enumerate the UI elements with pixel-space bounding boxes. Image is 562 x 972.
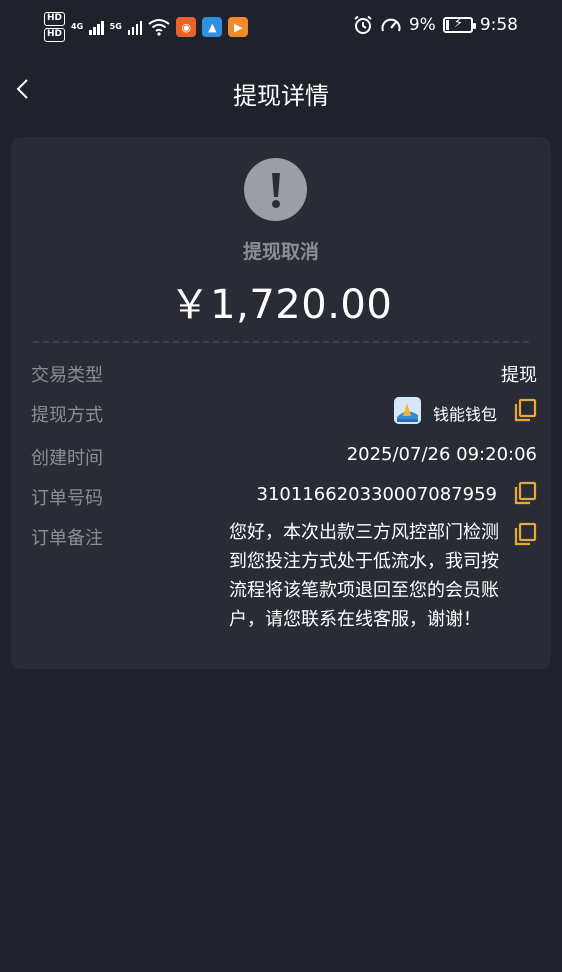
copy-order-button[interactable]	[513, 481, 537, 509]
order-value: 310116620330007087959	[256, 484, 498, 505]
order-label: 订单号码	[31, 488, 103, 509]
wifi-icon	[148, 19, 170, 36]
battery-percent: 9%	[408, 15, 436, 35]
speed-gauge-icon	[381, 18, 401, 32]
alarm-icon	[354, 15, 372, 34]
copy-icon	[514, 398, 537, 422]
hd-badge-2: HD	[44, 28, 66, 42]
created-label: 创建时间	[31, 448, 103, 469]
app-notification-orange-icon: ◉	[176, 17, 197, 37]
copy-method-button[interactable]	[513, 398, 537, 426]
remark-value: 您好，本次出款三方风控部门检测到您投注方式处于低流水，我司按流程将该笔款项退回至…	[229, 522, 499, 630]
status-bar: HD HD 4G 5G ◉ ▲ ▶ 9% ⚡ 9:58	[0, 0, 562, 56]
copy-icon	[514, 522, 537, 546]
battery-icon: ⚡	[442, 16, 476, 33]
wallet-logo-icon	[394, 397, 421, 424]
exclamation-icon	[244, 158, 307, 221]
clock-time: 9:58	[479, 15, 518, 35]
hd-indicators: HD HD	[44, 12, 66, 42]
signal-bars-1-icon	[89, 19, 104, 35]
navigation-bar: 提现详情	[0, 62, 562, 118]
method-value: 钱能钱包	[432, 405, 497, 424]
detail-row-method: 提现方式 钱能钱包	[31, 397, 537, 431]
dashed-divider	[33, 341, 529, 343]
method-label: 提现方式	[31, 405, 103, 426]
status-bar-right: 9% ⚡ 9:58	[353, 15, 518, 35]
type-label: 交易类型	[31, 365, 103, 386]
copy-remark-button[interactable]	[513, 522, 537, 550]
created-value: 2025/07/26 09:20:06	[346, 444, 537, 465]
hd-badge-1: HD	[44, 12, 66, 26]
copy-icon	[514, 481, 537, 505]
type-value: 提现	[501, 365, 537, 386]
withdrawal-status: 提现取消	[242, 241, 319, 263]
network-5g-label: 5G	[109, 22, 122, 31]
status-bar-left: HD HD 4G 5G ◉ ▲ ▶	[44, 12, 249, 42]
withdrawal-amount: ￥1,720.00	[169, 282, 393, 328]
signal-bars-2-icon	[127, 19, 143, 35]
network-4g-label: 4G	[71, 22, 84, 31]
app-notification-blue-icon: ▲	[202, 17, 223, 37]
detail-row-order: 订单号码 310116620330007087959	[31, 481, 537, 514]
withdrawal-detail-card: 提现取消 ￥1,720.00 交易类型 提现 提现方式 钱能钱包 创建时间 20…	[11, 137, 551, 669]
remark-label: 订单备注	[31, 528, 103, 549]
page-title: 提现详情	[233, 82, 329, 110]
app-notification-play-icon: ▶	[228, 17, 249, 37]
